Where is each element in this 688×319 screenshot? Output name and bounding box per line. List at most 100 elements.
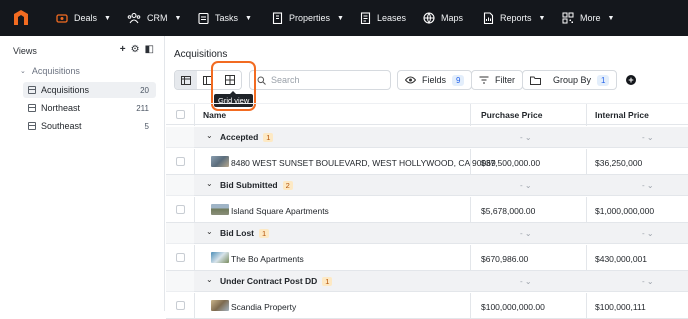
group-header-bid-submitted[interactable]: ⌄ Bid Submitted 2 - ⌄ - ⌄ — [194, 175, 688, 196]
group-by-button[interactable]: Group By 1 — [522, 70, 618, 90]
eye-icon — [405, 76, 416, 84]
group-header-accepted[interactable]: ⌄ Accepted 1 - ⌄ - ⌄ — [194, 127, 688, 148]
cell-purchase-price: $670,986.00 — [481, 254, 529, 264]
nav-deals[interactable]: Deals ▼ — [56, 0, 111, 36]
row-checkbox[interactable] — [176, 253, 185, 262]
cell-internal-price: $430,000,001 — [595, 254, 647, 264]
column-header-purchase-price[interactable]: Purchase Price — [481, 110, 542, 120]
group-name: Accepted — [220, 132, 259, 142]
column-divider — [470, 104, 471, 126]
group-count-badge: 1 — [263, 132, 274, 142]
sidebar-item-southeast[interactable]: Southeast 5 — [23, 118, 156, 134]
nav-more-label: More — [580, 13, 601, 23]
column-header-internal-price[interactable]: Internal Price — [595, 110, 649, 120]
settings-gear-icon[interactable]: ⚙ — [131, 44, 140, 55]
table-view-icon — [28, 86, 36, 94]
app-logo-icon[interactable] — [12, 9, 30, 27]
nav-properties-label: Properties — [289, 13, 331, 23]
column-divider — [194, 245, 195, 271]
nav-crm[interactable]: CRM ▼ — [127, 0, 181, 36]
chevron-down-icon: ⌄ — [206, 275, 213, 284]
group-label: Bid Lost 1 — [220, 228, 270, 238]
search-icon — [257, 76, 266, 85]
table-view-button[interactable] — [175, 71, 197, 89]
nav-reports-label: Reports — [500, 13, 532, 23]
chevron-down-icon: ▼ — [104, 14, 111, 22]
group-name: Under Contract Post DD — [220, 276, 318, 286]
nav-deals-label: Deals — [74, 13, 98, 23]
add-view-icon[interactable]: + — [120, 44, 126, 55]
crm-icon — [127, 12, 141, 24]
group-count-badge: 1 — [259, 228, 270, 238]
group-label: Accepted 1 — [220, 132, 274, 142]
group-name: Bid Submitted — [220, 180, 278, 190]
property-thumbnail — [211, 300, 229, 311]
column-divider — [194, 293, 195, 319]
nav-reports[interactable]: Reports ▼ — [483, 0, 545, 36]
nav-properties[interactable]: Properties ▼ — [272, 0, 344, 36]
chevron-down-icon: ▼ — [337, 14, 344, 22]
table-row[interactable]: 8480 WEST SUNSET BOULEVARD, WEST HOLLYWO… — [166, 149, 688, 175]
aggregate-placeholder: - ⌄ — [642, 133, 654, 142]
page-title: Acquisitions — [174, 49, 228, 60]
column-header-name[interactable]: Name — [203, 110, 226, 120]
column-divider — [470, 197, 471, 223]
aggregate-placeholder: - ⌄ — [520, 133, 532, 142]
sidebar-item-label: Acquisitions — [41, 85, 90, 95]
row-checkbox[interactable] — [176, 301, 185, 310]
sidebar-item-northeast[interactable]: Northeast 211 — [23, 100, 156, 116]
cell-internal-price: $36,250,000 — [595, 158, 643, 168]
property-thumbnail — [211, 156, 229, 167]
column-divider — [586, 149, 587, 175]
nav-leases-label: Leases — [377, 13, 407, 23]
sidebar-item-acquisitions[interactable]: Acquisitions 20 — [23, 82, 156, 98]
row-checkbox[interactable] — [176, 205, 185, 214]
filter-button-label: Filter — [495, 75, 515, 85]
nav-maps[interactable]: Maps — [423, 0, 463, 36]
search-input[interactable] — [271, 75, 381, 85]
group-by-button-label: Group By — [553, 75, 592, 85]
table-header: Name Purchase Price Internal Price — [166, 103, 688, 126]
table-row[interactable]: The Bo Apartments $670,986.00 $430,000,0… — [166, 245, 688, 271]
cell-internal-price: $1,000,000,000 — [595, 206, 655, 216]
collapse-sidebar-icon[interactable]: ◧ — [145, 44, 154, 55]
nav-tasks-label: Tasks — [215, 13, 239, 23]
chevron-down-icon: ▼ — [607, 14, 615, 22]
folder-icon — [530, 76, 541, 85]
aggregate-placeholder: - ⌄ — [642, 229, 654, 238]
column-divider — [194, 104, 195, 126]
table-row[interactable]: Island Square Apartments $5,678,000.00 $… — [166, 197, 688, 223]
sidebar-item-label: Northeast — [41, 103, 81, 113]
group-gutter — [166, 223, 194, 244]
filter-icon — [479, 76, 489, 84]
sidebar-item-count: 211 — [136, 103, 149, 113]
add-record-button[interactable]: + — [626, 75, 636, 85]
chevron-down-icon: ⌄ — [206, 227, 213, 236]
table-row[interactable]: Scandia Property $100,000,000.00 $100,00… — [166, 293, 688, 319]
chevron-down-icon: ⌄ — [206, 131, 213, 140]
views-heading: Views — [13, 46, 37, 56]
group-header-under-contract-post-dd[interactable]: ⌄ Under Contract Post DD 1 - ⌄ - ⌄ — [194, 271, 688, 292]
property-thumbnail — [211, 252, 229, 263]
nav-more[interactable]: More ▼ — [562, 0, 614, 36]
nav-tasks[interactable]: Tasks ▼ — [198, 0, 252, 36]
select-all-checkbox[interactable] — [176, 110, 185, 119]
views-tools: + ⚙ ◧ — [120, 44, 154, 55]
row-checkbox[interactable] — [176, 157, 185, 166]
group-header-bid-lost[interactable]: ⌄ Bid Lost 1 - ⌄ - ⌄ — [194, 223, 688, 244]
table-view-icon — [28, 122, 36, 130]
search-box[interactable] — [249, 70, 391, 90]
nav-crm-label: CRM — [147, 13, 168, 23]
group-by-count-badge: 1 — [597, 74, 610, 86]
cell-purchase-price: $37,500,000.00 — [481, 158, 541, 168]
cell-name: The Bo Apartments — [231, 254, 304, 264]
views-group[interactable]: ⌄ Acquisitions — [20, 66, 80, 76]
nav-leases[interactable]: Leases — [360, 0, 406, 36]
chevron-down-icon: ▼ — [538, 14, 546, 22]
filter-button[interactable]: Filter — [471, 70, 523, 90]
chevron-down-icon: ⌄ — [20, 68, 26, 75]
group-count-badge: 1 — [322, 276, 333, 286]
sidebar-item-label: Southeast — [41, 121, 82, 131]
views-group-label: Acquisitions — [31, 66, 80, 76]
fields-button[interactable]: Fields 9 — [397, 70, 473, 90]
